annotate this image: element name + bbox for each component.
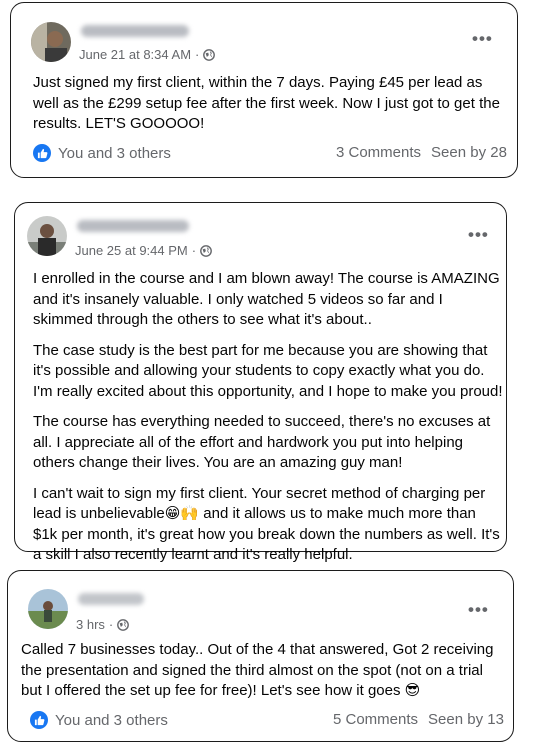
author-name-blurred[interactable] [81,25,189,37]
seen-by[interactable]: Seen by 13 [428,711,504,728]
post-paragraph: I can't wait to sign my first client. Yo… [33,484,500,564]
post-stats: 5 Comments Seen by 13 [333,711,504,728]
reactions[interactable]: You and 3 others [33,144,171,162]
comments-count[interactable]: 5 Comments [333,711,418,728]
reactions-text: You and 3 others [58,144,171,162]
more-options-icon[interactable]: ••• [468,225,489,245]
post-body: Just signed my first client, within the … [33,73,503,145]
separator: · [191,243,197,258]
globe-icon [203,48,216,61]
more-options-icon[interactable]: ••• [472,29,493,49]
post-paragraph: Called 7 businesses today.. Out of the 4… [21,641,494,699]
post-card-2: June 25 at 9:44 PM · ••• I enrolled in t… [14,202,507,563]
grin-raised-hands-emoji: 😁🙌 [164,505,200,522]
post-body: Called 7 businesses today.. Out of the 4… [21,640,501,712]
timestamp[interactable]: 3 hrs [76,617,105,632]
post-meta: June 25 at 9:44 PM · [75,243,212,258]
post-paragraph: The case study is the best part for me b… [33,341,503,400]
reactions[interactable]: You and 3 others [30,711,168,729]
timestamp[interactable]: June 25 at 9:44 PM [75,243,188,258]
comments-count[interactable]: 3 Comments [336,144,421,161]
post-body: I enrolled in the course and I am blown … [33,269,503,576]
like-thumb-icon [30,711,48,729]
seen-by[interactable]: Seen by 28 [431,144,507,161]
post-paragraph: I enrolled in the course and I am blown … [33,270,500,328]
post-stats: 3 Comments Seen by 28 [336,144,507,161]
post-meta: 3 hrs · [76,617,130,632]
avatar[interactable] [28,589,68,629]
separator: · [195,47,200,62]
author-name-blurred[interactable] [77,220,189,232]
post-meta: June 21 at 8:34 AM · [79,47,216,62]
reactions-text: You and 3 others [55,711,168,729]
author-name-blurred[interactable] [78,593,144,605]
globe-icon [117,618,130,631]
sunglasses-emoji: 😎 [404,682,421,699]
avatar[interactable] [27,216,67,256]
post-card-1: June 21 at 8:34 AM · ••• Just signed my … [10,2,518,178]
separator: · [108,617,114,632]
like-thumb-icon [33,144,51,162]
post-paragraph: Just signed my first client, within the … [33,74,500,132]
avatar[interactable] [31,22,71,62]
post-paragraph: The course has everything needed to succ… [33,413,491,471]
post-card-3: 3 hrs · ••• Called 7 businesses today.. … [7,570,514,742]
more-options-icon[interactable]: ••• [468,600,489,620]
timestamp[interactable]: June 21 at 8:34 AM [79,47,191,62]
globe-icon [200,244,212,257]
